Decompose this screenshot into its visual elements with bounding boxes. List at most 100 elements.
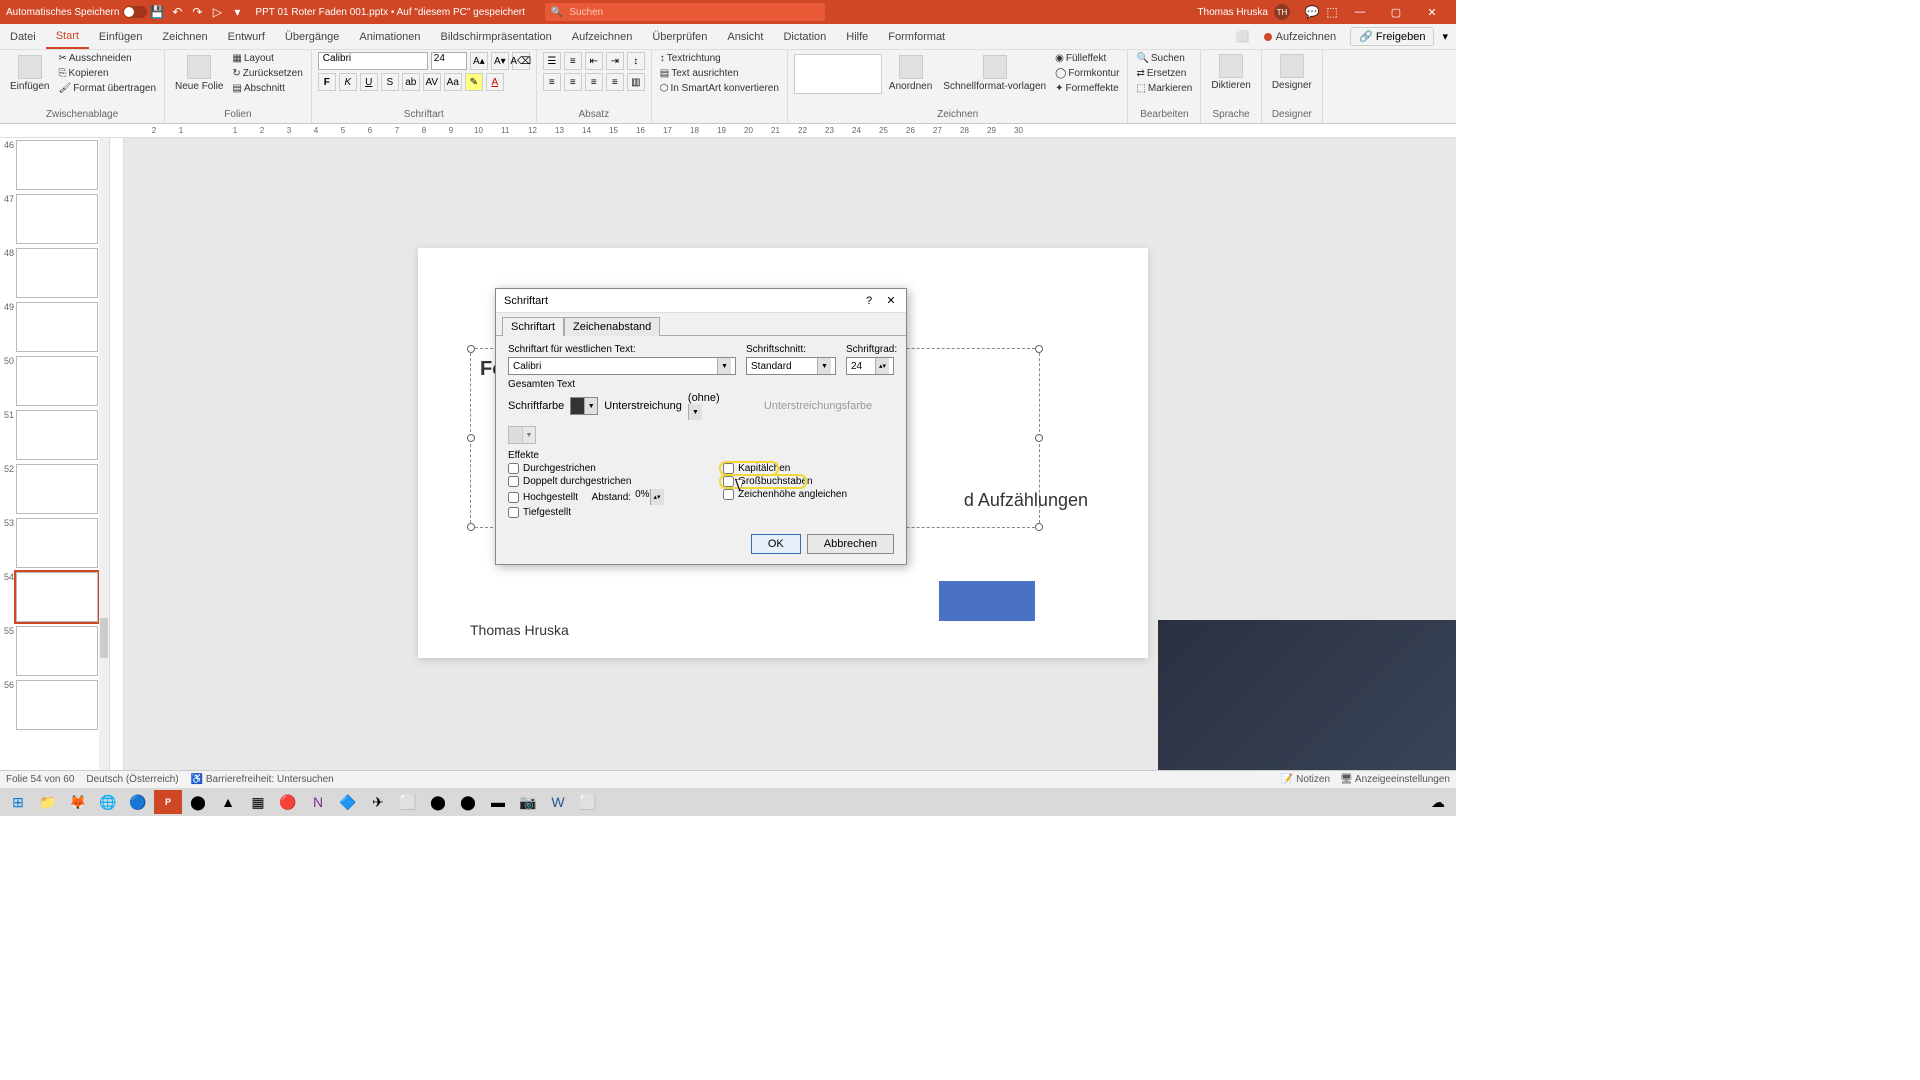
slide-thumbnail[interactable]: 48	[2, 248, 107, 298]
thumbs-scrollbar[interactable]	[99, 138, 109, 770]
arrange-button[interactable]: Anordnen	[885, 53, 936, 94]
tab-dictation[interactable]: Dictation	[773, 24, 836, 49]
highlight-button[interactable]: ✎	[465, 73, 483, 91]
layout-button[interactable]: ▦ Layout	[230, 52, 304, 65]
shape-fill-button[interactable]: ◉ Fülleffekt	[1053, 52, 1121, 65]
numbering-button[interactable]: ≡	[564, 52, 582, 70]
language-indicator[interactable]: Deutsch (Österreich)	[86, 774, 178, 785]
bold-button[interactable]: F	[318, 73, 336, 91]
powerpoint-icon[interactable]: P	[154, 790, 182, 814]
app-icon[interactable]: 📷	[514, 790, 542, 814]
font-color-button[interactable]: A	[486, 73, 504, 91]
columns-button[interactable]: ▥	[627, 73, 645, 91]
slide-thumbnail[interactable]: 55	[2, 626, 107, 676]
new-slide-button[interactable]: Neue Folie	[171, 53, 227, 94]
tab-ueberpruefen[interactable]: Überprüfen	[642, 24, 717, 49]
tab-formformat[interactable]: Formformat	[878, 24, 955, 49]
share-button[interactable]: 🔗 Freigeben	[1350, 27, 1434, 46]
underline-select[interactable]: (ohne)▼	[688, 392, 758, 420]
tab-ansicht[interactable]: Ansicht	[717, 24, 773, 49]
search-input[interactable]: 🔍 Suchen	[545, 3, 825, 21]
start-button[interactable]: ⊞	[4, 790, 32, 814]
slide-thumbnail[interactable]: 50	[2, 356, 107, 406]
copy-button[interactable]: ⎘ Kopieren	[56, 67, 158, 80]
latin-font-select[interactable]: Calibri▼	[508, 357, 736, 375]
equalize-checkbox[interactable]: Zeichenhöhe angleichen	[723, 489, 847, 500]
find-button[interactable]: 🔍 Suchen	[1134, 52, 1194, 65]
ok-button[interactable]: OK	[751, 534, 801, 554]
edge-icon[interactable]: 🔵	[124, 790, 152, 814]
smallcaps-checkbox[interactable]: Kapitälchen	[723, 463, 847, 474]
strike-button[interactable]: S	[381, 73, 399, 91]
align-center-button[interactable]: ≡	[564, 73, 582, 91]
tab-animationen[interactable]: Animationen	[349, 24, 430, 49]
slide-thumbnail[interactable]: 49	[2, 302, 107, 352]
clear-format-button[interactable]: A⌫	[512, 52, 530, 70]
allcaps-checkbox[interactable]: Großbuchstaben	[723, 476, 847, 487]
minimize-button[interactable]: —	[1342, 0, 1378, 24]
subscript-checkbox[interactable]: Tiefgestellt	[508, 507, 675, 518]
bullets-button[interactable]: ☰	[543, 52, 561, 70]
slide-thumbnail[interactable]: 56	[2, 680, 107, 730]
decrease-indent-button[interactable]: ⇤	[585, 52, 603, 70]
vlc-icon[interactable]: ▲	[214, 790, 242, 814]
increase-indent-button[interactable]: ⇥	[606, 52, 624, 70]
tab-aufzeichnen[interactable]: Aufzeichnen	[562, 24, 643, 49]
strike-checkbox[interactable]: Durchgestrichen	[508, 463, 675, 474]
align-left-button[interactable]: ≡	[543, 73, 561, 91]
tab-entwurf[interactable]: Entwurf	[218, 24, 275, 49]
line-spacing-button[interactable]: ↕	[627, 52, 645, 70]
reset-button[interactable]: ↻ Zurücksetzen	[230, 67, 304, 80]
offset-input[interactable]: 0%▴▾	[635, 489, 675, 505]
tray-weather-icon[interactable]: ☁	[1424, 790, 1452, 814]
tab-datei[interactable]: Datei	[0, 24, 46, 49]
format-painter-button[interactable]: 🖌 Format übertragen	[56, 82, 158, 95]
coming-soon-icon[interactable]: 💬	[1302, 2, 1322, 22]
shrink-font-button[interactable]: A▾	[491, 52, 509, 70]
slide-thumbnail[interactable]: 54	[2, 572, 107, 622]
autosave-toggle[interactable]: Automatisches Speichern	[6, 6, 147, 18]
collapse-ribbon-icon[interactable]: ⬜	[1236, 30, 1250, 43]
shape-rectangle[interactable]	[939, 581, 1035, 621]
underline-button[interactable]: U	[360, 73, 378, 91]
shapes-gallery[interactable]	[794, 54, 882, 94]
onenote-icon[interactable]: N	[304, 790, 332, 814]
firefox-icon[interactable]: 🦊	[64, 790, 92, 814]
tab-bildschirmpraesentation[interactable]: Bildschirmpräsentation	[431, 24, 562, 49]
maximize-button[interactable]: ▢	[1378, 0, 1414, 24]
obs-icon[interactable]: ⬤	[424, 790, 452, 814]
chevron-down-icon[interactable]: ▾	[1442, 30, 1448, 43]
ribbon-options-icon[interactable]: ⬚	[1322, 2, 1342, 22]
dblstrike-checkbox[interactable]: Doppelt durchgestrichen	[508, 476, 675, 487]
tab-hilfe[interactable]: Hilfe	[836, 24, 878, 49]
tab-uebergaenge[interactable]: Übergänge	[275, 24, 349, 49]
tab-font[interactable]: Schriftart	[502, 317, 564, 336]
section-button[interactable]: ▤ Abschnitt	[230, 82, 304, 95]
cut-button[interactable]: ✂ Ausschneiden	[56, 52, 158, 65]
a11y-check[interactable]: ♿ Barrierefreiheit: Untersuchen	[191, 774, 334, 785]
word-icon[interactable]: W	[544, 790, 572, 814]
text-direction-button[interactable]: ↕ Textrichtung	[658, 52, 781, 65]
app-icon[interactable]: ⬤	[454, 790, 482, 814]
case-button[interactable]: Aa	[444, 73, 462, 91]
shape-outline-button[interactable]: ◯ Formkontur	[1053, 67, 1121, 80]
slide-thumbnail[interactable]: 53	[2, 518, 107, 568]
record-button[interactable]: Aufzeichnen	[1258, 29, 1343, 45]
shape-effects-button[interactable]: ✦ Formeffekte	[1053, 82, 1121, 95]
save-icon[interactable]: 💾	[147, 2, 167, 22]
justify-button[interactable]: ≡	[606, 73, 624, 91]
close-button[interactable]: ✕	[1414, 0, 1450, 24]
shadow-button[interactable]: ab	[402, 73, 420, 91]
telegram-icon[interactable]: ✈	[364, 790, 392, 814]
app-icon[interactable]: ⬜	[574, 790, 602, 814]
select-button[interactable]: ⬚ Markieren	[1134, 82, 1194, 95]
app-icon[interactable]: 🔴	[274, 790, 302, 814]
file-explorer-icon[interactable]: 📁	[34, 790, 62, 814]
quick-styles-button[interactable]: Schnellformat-vorlagen	[939, 53, 1050, 94]
slide-thumbnail[interactable]: 51	[2, 410, 107, 460]
font-color-button[interactable]: ▼	[570, 397, 598, 415]
account-button[interactable]: Thomas Hruska TH	[1197, 4, 1290, 20]
tab-start[interactable]: Start	[46, 24, 89, 49]
display-settings-button[interactable]: 🖥 Anzeigeeinstellungen	[1340, 774, 1450, 785]
spacing-button[interactable]: AV	[423, 73, 441, 91]
